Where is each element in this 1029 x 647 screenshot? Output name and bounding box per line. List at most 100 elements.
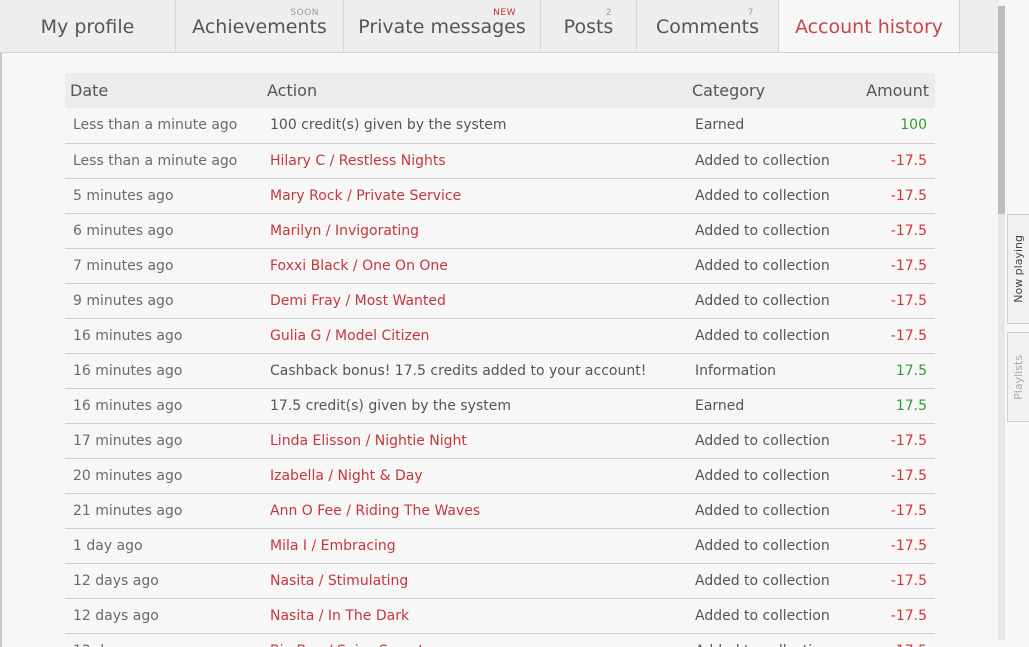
amount-cell: -17.5	[847, 633, 935, 647]
amount-cell: -17.5	[847, 178, 935, 214]
table-row: Less than a minute ago Hilary C / Restles…	[65, 143, 935, 179]
amount-cell: -17.5	[847, 563, 935, 599]
tab-comments[interactable]: 7 Comments	[637, 0, 779, 52]
table-row: 5 minutes ago Mary Rock / Private Service…	[65, 178, 935, 214]
table-row: 7 minutes ago Foxxi Black / One On One Add…	[65, 248, 935, 284]
now-playing-tab[interactable]: Now playing	[1007, 214, 1029, 324]
account-history-table: Date Action Category Amount Less than a …	[65, 73, 935, 647]
action-link[interactable]: Mila I / Embracing	[262, 528, 687, 564]
playlists-tab[interactable]: Playlists	[1007, 332, 1029, 422]
category-cell: Added to collection	[687, 248, 847, 284]
action-link[interactable]: Nasita / In The Dark	[262, 598, 687, 634]
category-cell: Added to collection	[687, 633, 847, 647]
action-link[interactable]: Nasita / Stimulating	[262, 563, 687, 599]
date-cell: Less than a minute ago	[65, 143, 262, 179]
amount-cell: -17.5	[847, 248, 935, 284]
tab-private-messages[interactable]: NEW Private messages	[344, 0, 541, 52]
action-link[interactable]: Linda Elisson / Nightie Night	[262, 423, 687, 459]
table-row: 12 days ago Nasita / In The Dark Added to …	[65, 598, 935, 634]
tab-account-history[interactable]: Account history	[779, 0, 960, 52]
amount-cell: 17.5	[847, 388, 935, 424]
table-row: 12 days ago Nasita / Stimulating Added to …	[65, 563, 935, 599]
category-cell: Added to collection	[687, 493, 847, 529]
date-cell: 12 days ago	[65, 633, 262, 647]
tab-label: Account history	[794, 16, 944, 38]
amount-cell: -17.5	[847, 528, 935, 564]
date-cell: 21 minutes ago	[65, 493, 262, 529]
now-playing-label: Now playing	[1012, 235, 1025, 303]
table-row: 6 minutes ago Marilyn / Invigorating Added…	[65, 213, 935, 249]
date-cell: 16 minutes ago	[65, 353, 262, 389]
table-row: 16 minutes ago 17.5 credit(s) given by th…	[65, 388, 935, 424]
date-cell: 20 minutes ago	[65, 458, 262, 494]
playlists-label: Playlists	[1012, 354, 1025, 400]
date-cell: 12 days ago	[65, 563, 262, 599]
category-cell: Earned	[687, 388, 847, 424]
scrollbar-thumb[interactable]	[998, 6, 1005, 214]
amount-cell: -17.5	[847, 213, 935, 249]
table-row: 17 minutes ago Linda Elisson / Nightie Ni…	[65, 423, 935, 459]
action-link[interactable]: Marilyn / Invigorating	[262, 213, 687, 249]
tab-badge: NEW	[493, 8, 516, 18]
date-cell: 16 minutes ago	[65, 318, 262, 354]
category-cell: Added to collection	[687, 213, 847, 249]
header-date[interactable]: Date	[65, 73, 262, 108]
table-row: 16 minutes ago Gulia G / Model Citizen Add…	[65, 318, 935, 354]
amount-cell: -17.5	[847, 318, 935, 354]
table-body: Less than a minute ago 100 credit(s) give…	[65, 108, 935, 647]
action-text: Cashback bonus! 17.5 credits added to yo…	[262, 353, 687, 389]
header-category[interactable]: Category	[687, 73, 847, 108]
category-cell: Earned	[687, 108, 847, 144]
date-cell: 5 minutes ago	[65, 178, 262, 214]
table-row: 20 minutes ago Izabella / Night & Day Adde…	[65, 458, 935, 494]
amount-cell: -17.5	[847, 423, 935, 459]
category-cell: Added to collection	[687, 143, 847, 179]
amount-cell: 100	[847, 108, 935, 144]
account-history-table-container: Date Action Category Amount Less than a …	[65, 73, 935, 647]
table-row: 12 days agoBia Bee / Spicy SecretsAdded …	[65, 633, 935, 647]
category-cell: Added to collection	[687, 283, 847, 319]
tab-badge: 2	[605, 8, 612, 18]
table-header-row: Date Action Category Amount	[65, 73, 935, 108]
date-cell: 9 minutes ago	[65, 283, 262, 319]
category-cell: Added to collection	[687, 563, 847, 599]
category-cell: Added to collection	[687, 458, 847, 494]
table-row: 1 day ago Mila I / Embracing Added to coll…	[65, 528, 935, 564]
date-cell: 12 days ago	[65, 598, 262, 634]
action-link[interactable]: Ann O Fee / Riding The Waves	[262, 493, 687, 529]
header-action[interactable]: Action	[262, 73, 687, 108]
category-cell: Added to collection	[687, 598, 847, 634]
left-border	[0, 53, 2, 647]
category-cell: Information	[687, 353, 847, 389]
action-link[interactable]: Mary Rock / Private Service	[262, 178, 687, 214]
action-link[interactable]: Izabella / Night & Day	[262, 458, 687, 494]
action-link[interactable]: Bia Bee / Spicy Secrets	[262, 633, 687, 647]
action-link[interactable]: Hilary C / Restless Nights	[262, 143, 687, 179]
action-link[interactable]: Demi Fray / Most Wanted	[262, 283, 687, 319]
tab-badge: SOON	[290, 8, 319, 18]
action-text: 17.5 credit(s) given by the system	[262, 388, 687, 424]
tab-posts[interactable]: 2 Posts	[541, 0, 637, 52]
amount-cell: -17.5	[847, 493, 935, 529]
date-cell: Less than a minute ago	[65, 108, 262, 144]
tab-label: Comments	[656, 16, 759, 38]
date-cell: 6 minutes ago	[65, 213, 262, 249]
date-cell: 17 minutes ago	[65, 423, 262, 459]
tab-achievements[interactable]: SOON Achievements	[176, 0, 344, 52]
tab-badge: 7	[747, 8, 754, 18]
amount-cell: -17.5	[847, 598, 935, 634]
amount-cell: -17.5	[847, 458, 935, 494]
amount-cell: -17.5	[847, 143, 935, 179]
tab-my-profile[interactable]: My profile	[0, 0, 176, 52]
header-amount[interactable]: Amount	[847, 73, 935, 108]
date-cell: 7 minutes ago	[65, 248, 262, 284]
action-text: 100 credit(s) given by the system	[262, 108, 687, 144]
table-row: 9 minutes ago Demi Fray / Most Wanted Adde…	[65, 283, 935, 319]
amount-cell: 17.5	[847, 353, 935, 389]
table-row: Less than a minute ago 100 credit(s) give…	[65, 108, 935, 144]
action-link[interactable]: Foxxi Black / One On One	[262, 248, 687, 284]
date-cell: 16 minutes ago	[65, 388, 262, 424]
action-link[interactable]: Gulia G / Model Citizen	[262, 318, 687, 354]
table-row: 21 minutes ago Ann O Fee / Riding The Wav…	[65, 493, 935, 529]
date-cell: 1 day ago	[65, 528, 262, 564]
